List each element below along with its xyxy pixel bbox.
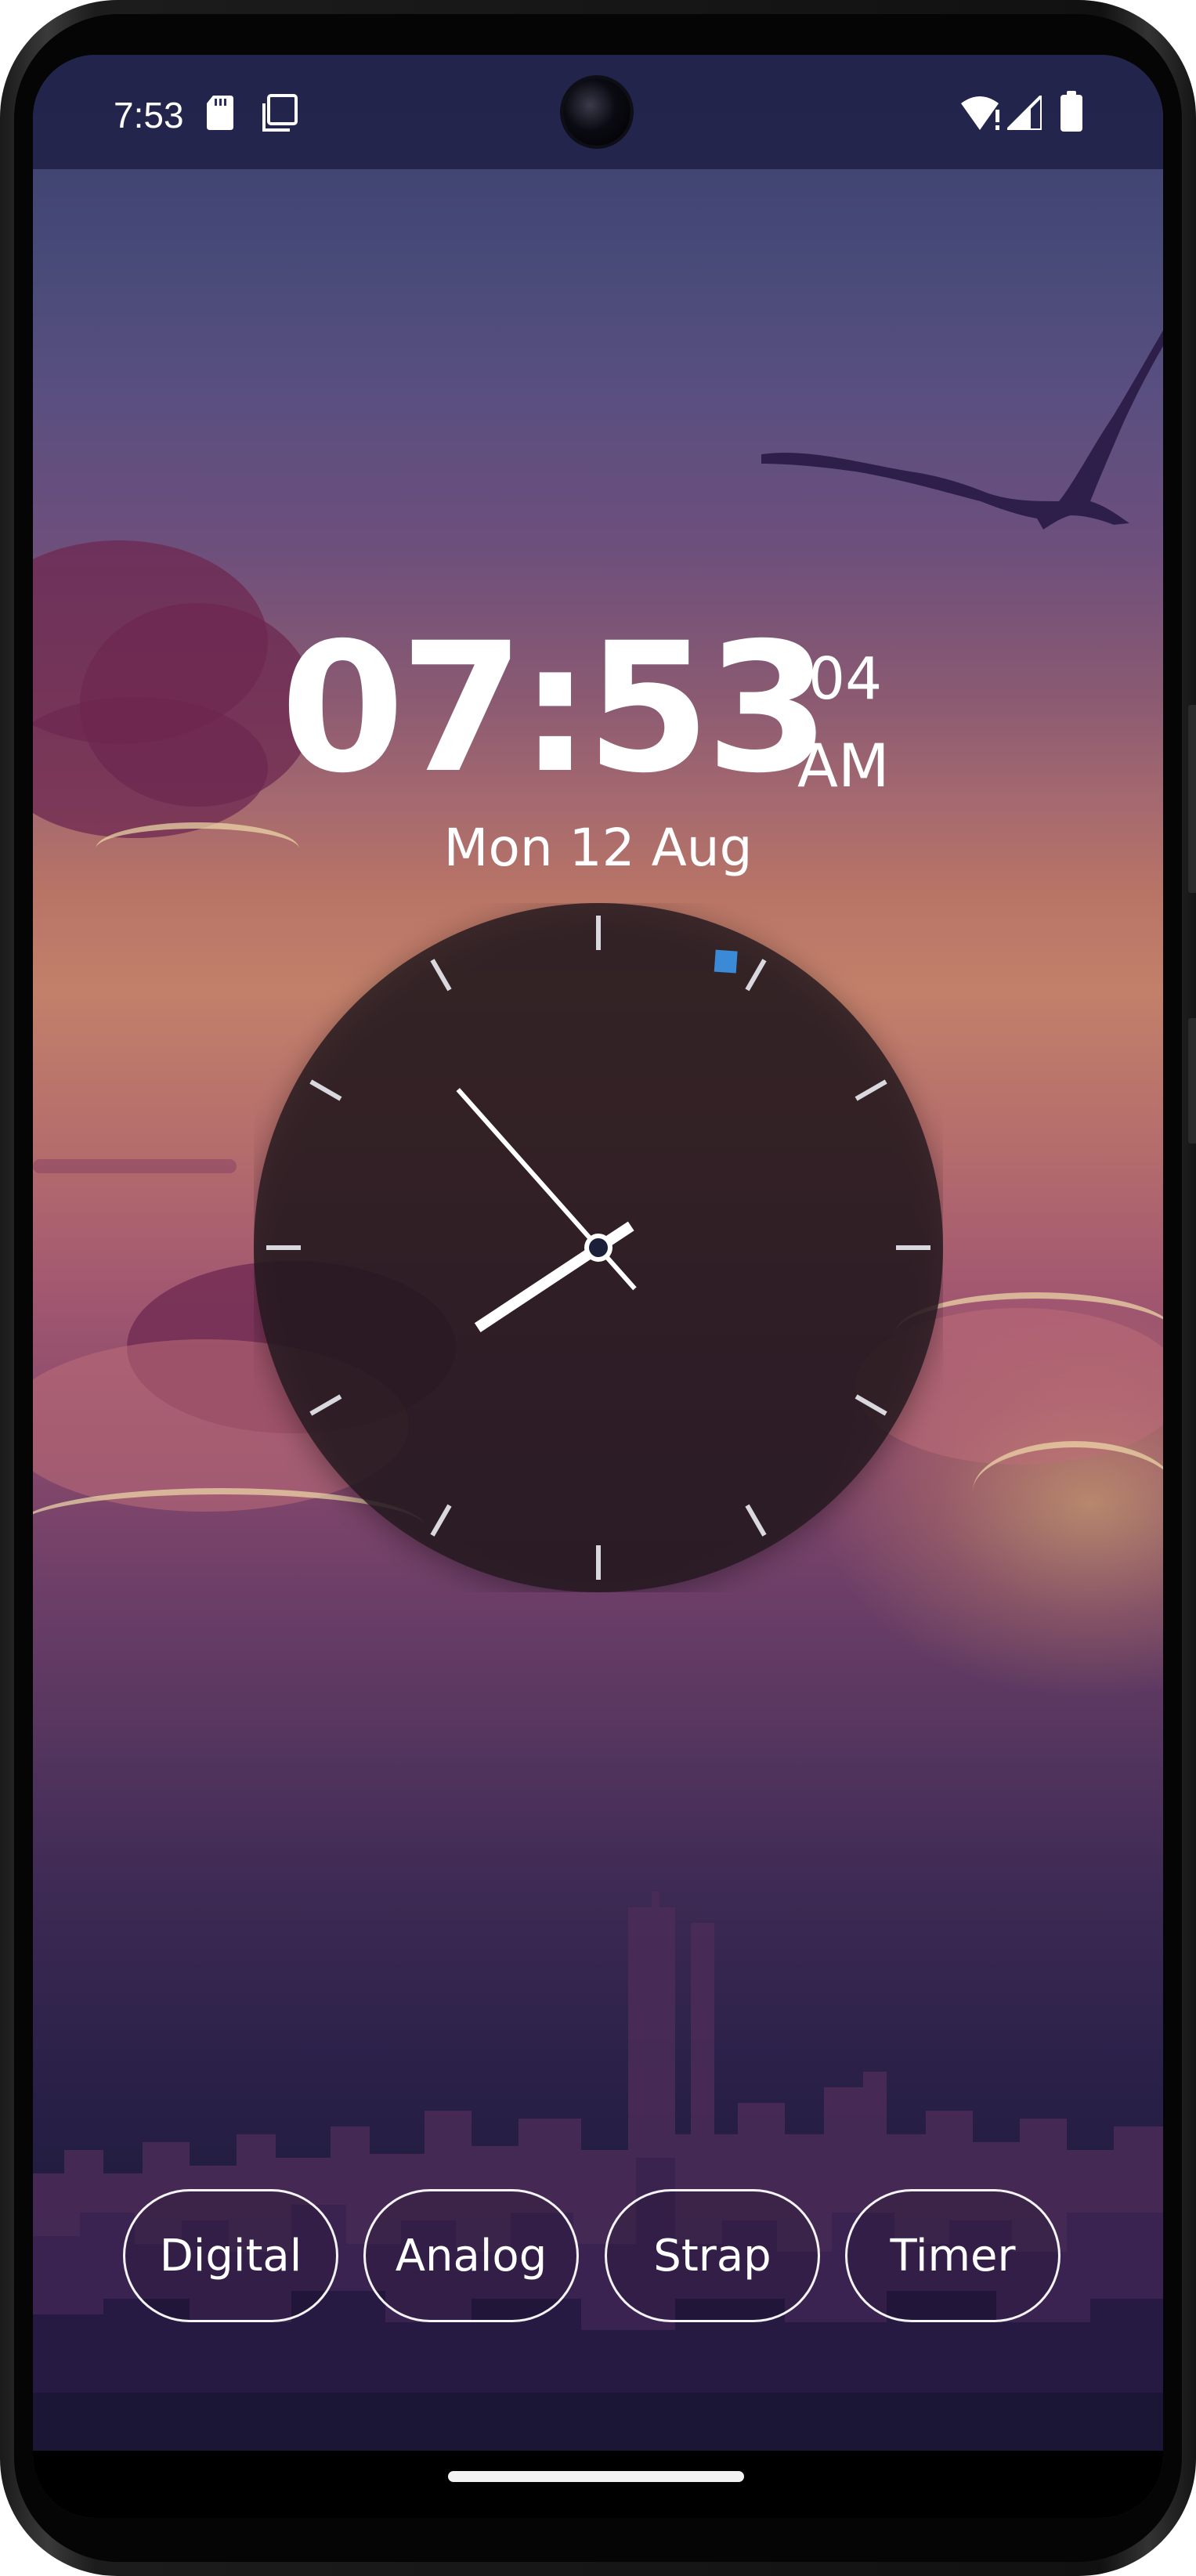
clock-seconds: 04 (808, 645, 883, 713)
front-camera (563, 78, 631, 146)
screenshot-icon (262, 94, 298, 132)
cloud-edge (973, 1441, 1163, 1541)
tab-strap[interactable]: Strap (605, 2189, 820, 2322)
status-bar: 7:53 (33, 55, 1163, 169)
volume-button (1188, 705, 1196, 893)
cloud-streak (33, 1159, 237, 1173)
tab-digital[interactable]: Digital (123, 2189, 338, 2322)
wifi-alert-icon (961, 96, 1000, 130)
tab-analog[interactable]: Analog (363, 2189, 579, 2322)
clock-hub-center (589, 1238, 608, 1257)
sd-card-icon (207, 96, 233, 130)
clock-style-tabs: Digital Analog Strap Timer (33, 2189, 1163, 2330)
navigation-bar (33, 2451, 1163, 2518)
cellular-signal-icon (1007, 96, 1042, 130)
power-button (1188, 1018, 1196, 1143)
bird-silhouette (761, 330, 1163, 529)
screen: 7:53 07:53 04 AM Mon 12 Aug Digital Anal… (33, 55, 1163, 2518)
analog-clock (254, 903, 943, 1592)
phone-frame: 7:53 07:53 04 AM Mon 12 Aug Digital Anal… (0, 0, 1196, 2576)
home-indicator[interactable] (448, 2471, 744, 2482)
second-marker (714, 949, 738, 974)
status-time: 7:53 (114, 95, 184, 135)
tab-timer[interactable]: Timer (845, 2189, 1061, 2322)
clock-date: Mon 12 Aug (443, 818, 753, 878)
clock-ampm: AM (797, 731, 890, 800)
clock-time: 07:53 (280, 604, 830, 812)
battery-icon (1061, 91, 1082, 132)
